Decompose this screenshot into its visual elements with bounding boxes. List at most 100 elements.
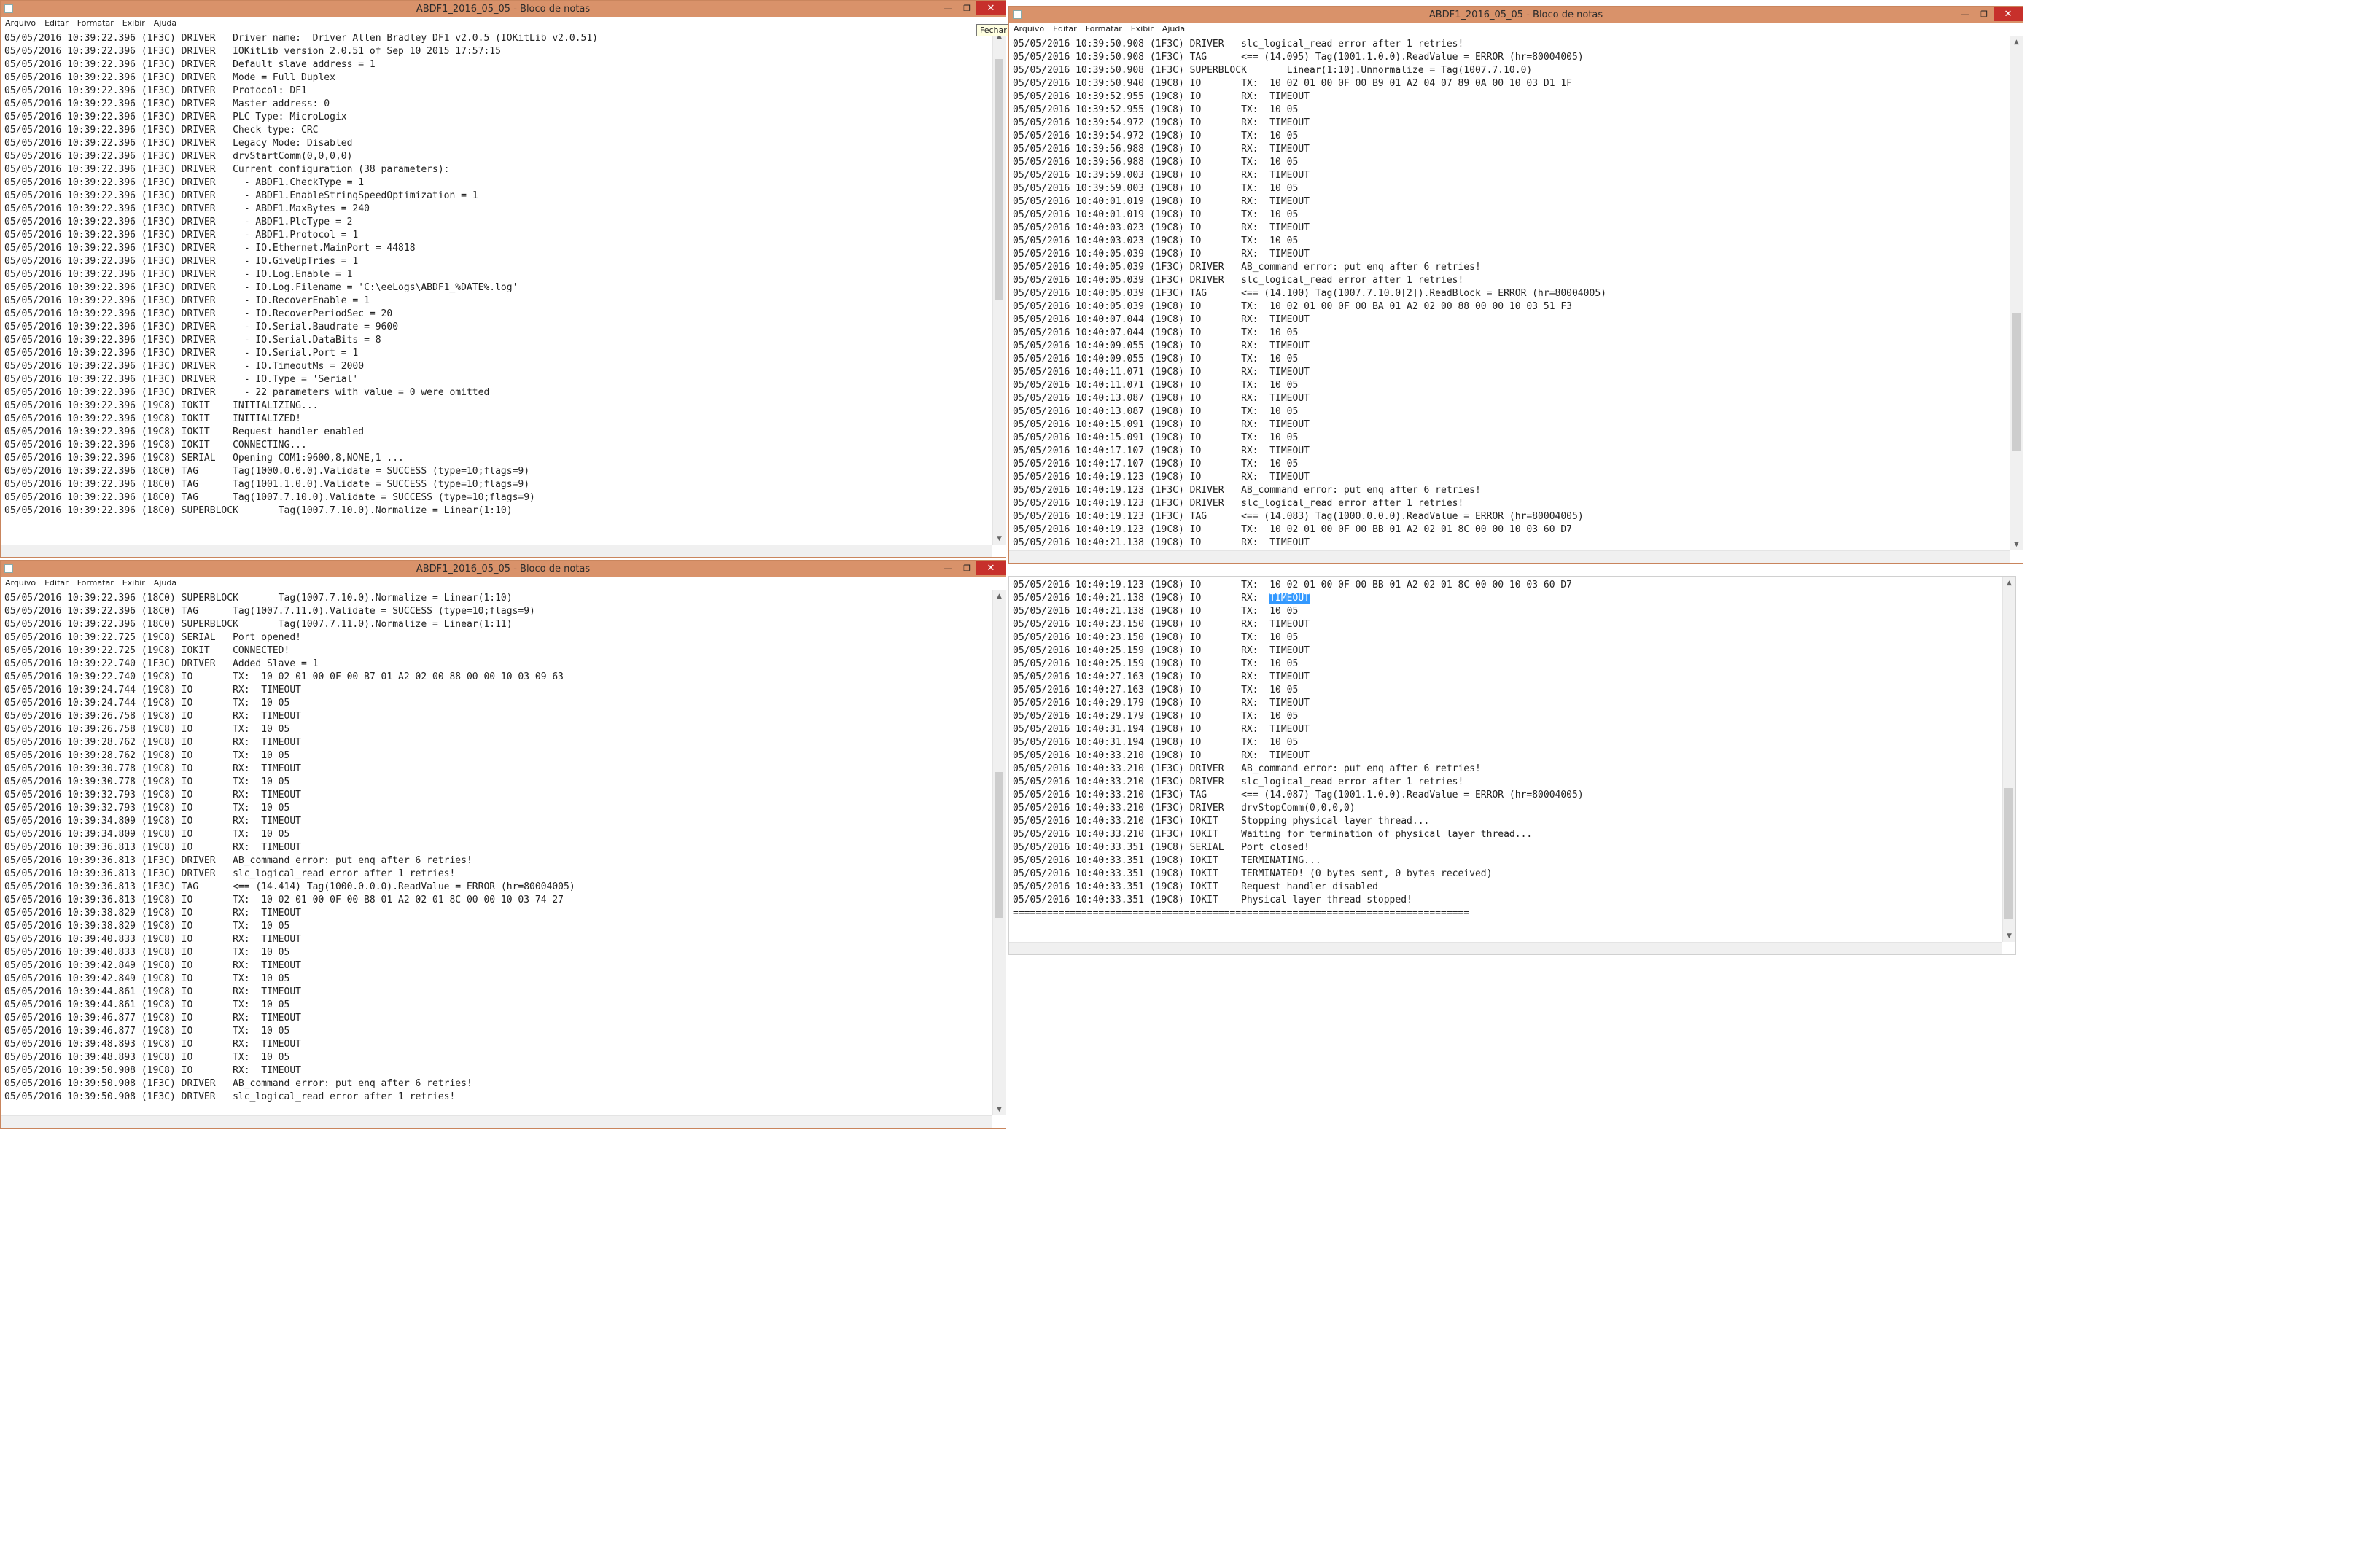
- notepad-icon[interactable]: [4, 564, 13, 573]
- log-line: 05/05/2016 10:39:42.849 (19C8) IO TX: 10…: [4, 973, 290, 984]
- horizontal-scrollbar[interactable]: [1009, 942, 2002, 954]
- text-editor[interactable]: 05/05/2016 10:39:22.396 (18C0) SUPERBLOC…: [1, 590, 992, 1115]
- menu-formatar[interactable]: Formatar: [1081, 24, 1127, 34]
- maximize-button[interactable]: ❐: [957, 1, 976, 15]
- log-line: 05/05/2016 10:39:22.396 (19C8) IOKIT CON…: [4, 440, 307, 451]
- scroll-down-icon[interactable]: ▼: [993, 1103, 1006, 1115]
- log-line: 05/05/2016 10:40:29.179 (19C8) IO RX: TI…: [1013, 698, 1310, 709]
- minimize-button[interactable]: —: [938, 1, 957, 15]
- log-line: 05/05/2016 10:40:23.150 (19C8) IO TX: 10…: [1013, 632, 1299, 643]
- text-editor[interactable]: 05/05/2016 10:40:19.123 (19C8) IO TX: 10…: [1009, 577, 2002, 942]
- menu-formatar[interactable]: Formatar: [73, 18, 118, 28]
- close-button[interactable]: ✕: [976, 561, 1006, 575]
- log-line: 05/05/2016 10:39:22.396 (1F3C) DRIVER - …: [4, 177, 365, 188]
- maximize-button[interactable]: ❐: [1975, 7, 1994, 21]
- log-line: 05/05/2016 10:39:22.396 (1F3C) DRIVER - …: [4, 374, 359, 385]
- log-line: 05/05/2016 10:39:22.396 (19C8) IOKIT Req…: [4, 426, 365, 437]
- horizontal-scrollbar[interactable]: [1, 545, 992, 557]
- log-line: 05/05/2016 10:40:19.123 (1F3C) DRIVER sl…: [1013, 498, 1464, 509]
- minimize-button[interactable]: —: [938, 561, 957, 575]
- menu-editar[interactable]: Editar: [40, 578, 73, 588]
- menu-exibir[interactable]: Exibir: [118, 18, 149, 28]
- close-tooltip: Fechar: [976, 24, 1011, 36]
- log-line: 05/05/2016 10:39:22.396 (1F3C) DRIVER - …: [4, 361, 365, 372]
- log-line: 05/05/2016 10:39:22.396 (1F3C) DRIVER Dr…: [4, 33, 598, 44]
- title-bar[interactable]: ABDF1_2016_05_05 - Bloco de notas — ❐ ✕: [1009, 7, 2023, 23]
- log-line: 05/05/2016 10:39:44.861 (19C8) IO RX: TI…: [4, 986, 301, 997]
- log-line: 05/05/2016 10:39:22.725 (19C8) IOKIT CON…: [4, 645, 290, 656]
- scroll-thumb[interactable]: [995, 772, 1003, 918]
- scroll-up-icon[interactable]: ▲: [2003, 577, 2015, 589]
- scroll-thumb[interactable]: [2012, 313, 2021, 451]
- notepad-window-3: ABDF1_2016_05_05 - Bloco de notas — ❐ ✕ …: [0, 560, 1006, 1129]
- scroll-down-icon[interactable]: ▼: [2010, 538, 2023, 550]
- notepad-window-2: ABDF1_2016_05_05 - Bloco de notas — ❐ ✕ …: [1008, 6, 2023, 564]
- vertical-scrollbar[interactable]: ▲ ▼: [2002, 577, 2015, 942]
- scroll-thumb[interactable]: [2004, 788, 2013, 919]
- scroll-thumb[interactable]: [995, 59, 1003, 300]
- menu-editar[interactable]: Editar: [40, 18, 73, 28]
- log-line: 05/05/2016 10:40:17.107 (19C8) IO RX: TI…: [1013, 445, 1310, 456]
- horizontal-scrollbar[interactable]: [1, 1115, 992, 1128]
- log-line: 05/05/2016 10:39:38.829 (19C8) IO RX: TI…: [4, 908, 301, 919]
- minimize-button[interactable]: —: [1956, 7, 1975, 21]
- text-editor[interactable]: 05/05/2016 10:39:22.396 (1F3C) DRIVER Dr…: [1, 30, 992, 545]
- log-line: 05/05/2016 10:39:22.725 (19C8) SERIAL Po…: [4, 632, 301, 643]
- vertical-scrollbar[interactable]: ▲ ▼: [992, 590, 1006, 1115]
- notepad-window-1: ABDF1_2016_05_05 - Bloco de notas — ❐ ✕ …: [0, 0, 1006, 558]
- maximize-button[interactable]: ❐: [957, 561, 976, 575]
- log-line: 05/05/2016 10:39:26.758 (19C8) IO TX: 10…: [4, 724, 290, 735]
- window-title: ABDF1_2016_05_05 - Bloco de notas: [1428, 9, 1603, 20]
- close-icon: ✕: [987, 562, 995, 574]
- log-line: 05/05/2016 10:39:32.793 (19C8) IO RX: TI…: [4, 790, 301, 800]
- log-line: 05/05/2016 10:39:22.396 (19C8) IOKIT INI…: [4, 400, 319, 411]
- minimize-icon: —: [944, 3, 952, 13]
- log-line: 05/05/2016 10:39:22.396 (1F3C) DRIVER - …: [4, 217, 353, 227]
- log-line: 05/05/2016 10:40:11.071 (19C8) IO RX: TI…: [1013, 367, 1310, 378]
- log-line: 05/05/2016 10:40:05.039 (19C8) IO RX: TI…: [1013, 249, 1310, 260]
- close-button[interactable]: ✕: [1994, 7, 2023, 21]
- menu-exibir[interactable]: Exibir: [1127, 24, 1158, 34]
- menu-arquivo[interactable]: Arquivo: [1, 578, 40, 588]
- log-line: 05/05/2016 10:40:07.044 (19C8) IO TX: 10…: [1013, 327, 1299, 338]
- scroll-down-icon[interactable]: ▼: [993, 532, 1006, 545]
- log-line: 05/05/2016 10:39:22.396 (1F3C) DRIVER - …: [4, 190, 478, 201]
- scroll-up-icon[interactable]: ▲: [993, 590, 1006, 602]
- menu-formatar[interactable]: Formatar: [73, 578, 118, 588]
- vertical-scrollbar[interactable]: ▲ ▼: [992, 30, 1006, 545]
- log-line: 05/05/2016 10:39:22.396 (1F3C) DRIVER Ma…: [4, 98, 330, 109]
- log-line: 05/05/2016 10:39:22.396 (1F3C) DRIVER PL…: [4, 112, 347, 122]
- log-line: 05/05/2016 10:39:22.396 (1F3C) DRIVER De…: [4, 59, 376, 70]
- log-line: 05/05/2016 10:40:19.123 (19C8) IO TX: 10…: [1013, 580, 1573, 590]
- scroll-down-icon[interactable]: ▼: [2003, 929, 2015, 942]
- log-line: 05/05/2016 10:40:01.019 (19C8) IO TX: 10…: [1013, 209, 1299, 220]
- log-line: 05/05/2016 10:40:17.107 (19C8) IO TX: 10…: [1013, 459, 1299, 469]
- close-button[interactable]: ✕: [976, 1, 1006, 15]
- menu-arquivo[interactable]: Arquivo: [1, 18, 40, 28]
- log-line: 05/05/2016 10:40:23.150 (19C8) IO RX: TI…: [1013, 619, 1310, 630]
- log-line: 05/05/2016 10:39:54.972 (19C8) IO TX: 10…: [1013, 130, 1299, 141]
- log-line: 05/05/2016 10:39:22.396 (1F3C) DRIVER - …: [4, 387, 490, 398]
- log-line: 05/05/2016 10:40:05.039 (19C8) IO TX: 10…: [1013, 301, 1573, 312]
- log-line: 05/05/2016 10:40:07.044 (19C8) IO RX: TI…: [1013, 314, 1310, 325]
- window-title: ABDF1_2016_05_05 - Bloco de notas: [416, 563, 591, 574]
- scroll-up-icon[interactable]: ▲: [2010, 36, 2023, 48]
- menu-exibir[interactable]: Exibir: [118, 578, 149, 588]
- log-line: 05/05/2016 10:39:36.813 (19C8) IO RX: TI…: [4, 842, 301, 853]
- notepad-icon[interactable]: [1013, 10, 1022, 19]
- log-line: 05/05/2016 10:40:33.210 (19C8) IO RX: TI…: [1013, 750, 1310, 761]
- vertical-scrollbar[interactable]: ▲ ▼: [2010, 36, 2023, 550]
- log-line: 05/05/2016 10:40:03.023 (19C8) IO TX: 10…: [1013, 235, 1299, 246]
- title-bar[interactable]: ABDF1_2016_05_05 - Bloco de notas — ❐ ✕: [1, 1, 1006, 17]
- menu-ajuda[interactable]: Ajuda: [1158, 24, 1189, 34]
- notepad-icon[interactable]: [4, 4, 13, 13]
- menu-editar[interactable]: Editar: [1049, 24, 1081, 34]
- log-line: 05/05/2016 10:39:22.740 (1F3C) DRIVER Ad…: [4, 658, 319, 669]
- log-line: 05/05/2016 10:40:05.039 (1F3C) DRIVER AB…: [1013, 262, 1481, 273]
- title-bar[interactable]: ABDF1_2016_05_05 - Bloco de notas — ❐ ✕: [1, 561, 1006, 577]
- menu-arquivo[interactable]: Arquivo: [1009, 24, 1049, 34]
- menu-ajuda[interactable]: Ajuda: [149, 578, 181, 588]
- menu-ajuda[interactable]: Ajuda: [149, 18, 181, 28]
- text-editor[interactable]: 05/05/2016 10:39:50.908 (1F3C) DRIVER sl…: [1009, 36, 2010, 550]
- horizontal-scrollbar[interactable]: [1009, 550, 2010, 563]
